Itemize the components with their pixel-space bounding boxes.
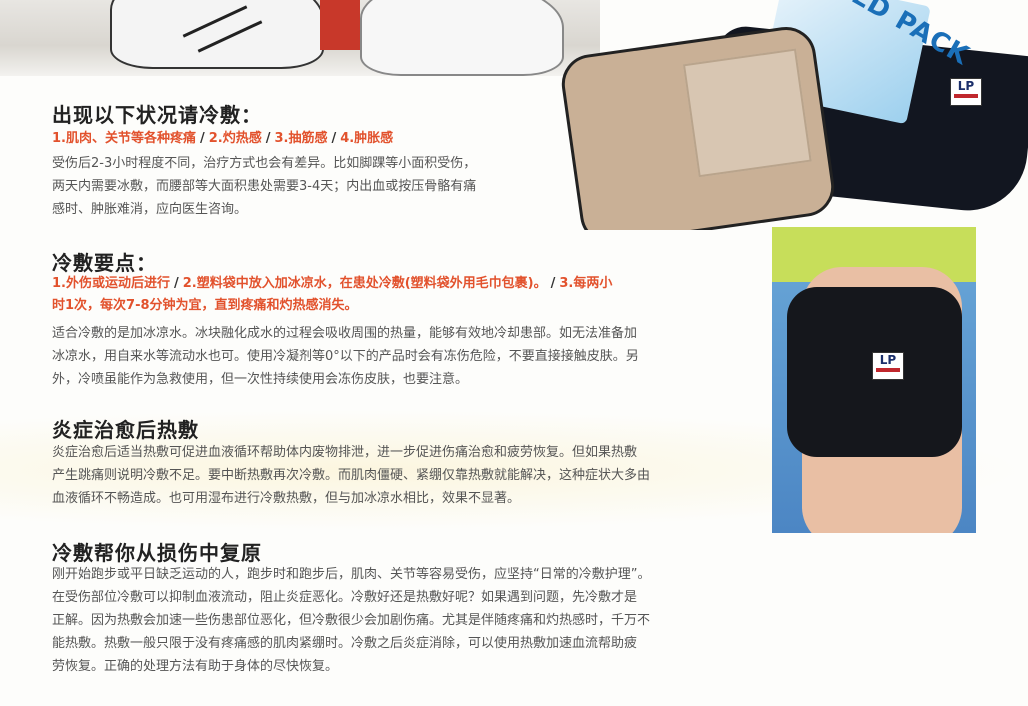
body-line: 产生跳痛则说明冷敷不足。要中断热敷再次冷敷。而肌肉僵硬、紧绷仅靠热敷就能解决，这… — [52, 468, 651, 483]
body-line: 正解。因为热敷会加速一些伤患部位恶化，但冷敷很少会加剧伤痛。尤其是伴随疼痛和灼热… — [52, 613, 651, 628]
highlight-item: 4.肿胀感 — [340, 131, 394, 146]
shoe-left — [110, 0, 324, 69]
highlight-item: 3.每两小 — [559, 276, 613, 291]
cold-pack-photo: COLD PACK LP — [560, 0, 1028, 230]
body-line: 冰凉水，用自来水等流动水也可。使用冷凝剂等0°以下的产品时会有冻伤危险，不要直接… — [52, 349, 639, 364]
section-body: 炎症治愈后适当热敷可促进血液循环帮助体内废物排泄，进一步促进伤痛治愈和疲劳恢复。… — [52, 441, 650, 510]
section-title: 出现以下状况请冷敷： — [52, 103, 262, 127]
running-shoes-photo — [0, 0, 600, 76]
knee-brace-photo: LP — [772, 227, 976, 533]
highlight-item: 3.抽筋感 — [274, 131, 328, 146]
body-line: 外，冷喷虽能作为急救使用，但一次性持续使用会冻伤皮肤，也要注意。 — [52, 372, 469, 387]
body-line: 感时、肿胀难消，应向医生咨询。 — [52, 202, 248, 217]
pouch — [560, 23, 839, 230]
highlight-line: 时1次，每次7-8分钟为宜，直到疼痛和灼热感消失。 — [52, 298, 358, 313]
section-body: 受伤后2-3小时程度不同，治疗方式也会有差异。比如脚踝等小面积受伤， 两天内需要… — [52, 152, 476, 221]
body-line: 受伤后2-3小时程度不同，治疗方式也会有差异。比如脚踝等小面积受伤， — [52, 156, 477, 171]
body-line: 两天内需要冰敷，而腰部等大面积患处需要3-4天；内出血或按压骨骼有痛 — [52, 179, 477, 194]
highlight-item: 1.外伤或运动后进行 — [52, 276, 170, 291]
section-title: 冷敷要点： — [52, 251, 157, 275]
shoe-right — [360, 0, 564, 76]
body-line: 劳恢复。正确的处理方法有助于身体的尽快恢复。 — [52, 659, 339, 674]
highlight-line: 1.肌肉、关节等各种疼痛/2.灼热感/3.抽筋感/4.肿胀感 — [52, 131, 394, 146]
body-line: 刚开始跑步或平日缺乏运动的人，跑步时和跑步后，肌肉、关节等容易受伤，应坚持“日常… — [52, 567, 651, 582]
highlight-item: 2.塑料袋中放入加冰凉水，在患处冷敷(塑料袋外用毛巾包裹)。 — [182, 276, 547, 291]
body-line: 炎症治愈后适当热敷可促进血液循环帮助体内废物排泄，进一步促进伤痛治愈和疲劳恢复。… — [52, 445, 638, 460]
section-title: 冷敷帮你从损伤中复原 — [52, 541, 262, 565]
lp-logo-icon: LP — [872, 352, 904, 380]
section-body: 适合冷敷的是加冰凉水。冰块融化成水的过程会吸收周围的热量，能够有效地冷却患部。如… — [52, 322, 639, 391]
highlight-item: 1.肌肉、关节等各种疼痛 — [52, 131, 196, 146]
body-line: 血液循环不畅造成。也可用湿布进行冷敷热敷，但与加冰凉水相比，效果不显著。 — [52, 491, 521, 506]
section-body: 刚开始跑步或平日缺乏运动的人，跑步时和跑步后，肌肉、关节等容易受伤，应坚持“日常… — [52, 563, 650, 678]
section-title: 炎症治愈后热敷 — [52, 418, 199, 442]
lp-logo-text: LP — [879, 353, 897, 367]
pouch-window — [682, 48, 812, 178]
highlight-item: 2.灼热感 — [208, 131, 262, 146]
lp-logo-text: LP — [957, 79, 975, 93]
sock — [320, 0, 360, 50]
lp-logo-icon: LP — [950, 78, 982, 106]
body-line: 适合冷敷的是加冰凉水。冰块融化成水的过程会吸收周围的热量，能够有效地冷却患部。如… — [52, 326, 638, 341]
body-line: 在受伤部位冷敷可以抑制血液流动，阻止炎症恶化。冷敷好还是热敷好呢？如果遇到问题，… — [52, 590, 638, 605]
body-line: 能热敷。热敷一般只限于没有疼痛感的肌肉紧绷时。冷敷之后炎症消除，可以使用热敷加速… — [52, 636, 638, 651]
highlight-line: 1.外伤或运动后进行/2.塑料袋中放入加冰凉水，在患处冷敷(塑料袋外用毛巾包裹)… — [52, 276, 613, 291]
